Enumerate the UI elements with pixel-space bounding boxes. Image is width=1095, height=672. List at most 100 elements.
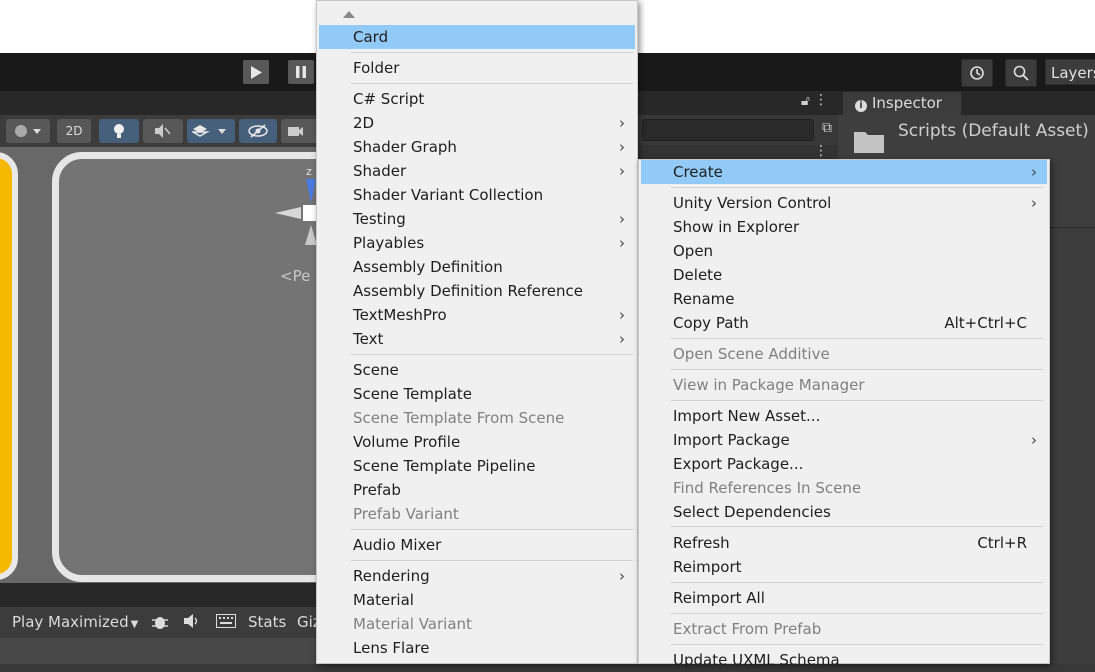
menu-item-copy-path[interactable]: Copy Path Alt+Ctrl+C (641, 311, 1047, 335)
menu-item-shader-variant-collection[interactable]: Shader Variant Collection (319, 183, 635, 207)
inspector-tab-bar: i Inspector (838, 91, 1095, 116)
bug-icon[interactable] (150, 612, 170, 636)
menu-item-assembly-definition-reference[interactable]: Assembly Definition Reference (319, 279, 635, 303)
play-button[interactable] (243, 60, 269, 84)
menu-item-testing[interactable]: Testing › (319, 207, 635, 231)
menu-item-label: Rename (673, 290, 735, 308)
more-options-icon[interactable]: ⋮ (814, 92, 828, 108)
menu-item-delete[interactable]: Delete (641, 263, 1047, 287)
play-maximized-dropdown[interactable]: Play Maximized ▼ (12, 613, 138, 631)
pause-icon (296, 66, 306, 78)
menu-item-extract-from-prefab[interactable]: Extract From Prefab (641, 617, 1047, 641)
menu-item-text[interactable]: Text › (319, 327, 635, 351)
pause-button[interactable] (288, 60, 314, 84)
perspective-label[interactable]: <Pe (280, 267, 310, 285)
search-filter-icon[interactable]: ⧉ (822, 120, 832, 136)
menu-item-open-scene-additive[interactable]: Open Scene Additive (641, 342, 1047, 366)
menu-item-view-in-package-manager[interactable]: View in Package Manager (641, 373, 1047, 397)
orientation-gizmo[interactable]: z (275, 165, 316, 251)
menu-item-2d[interactable]: 2D › (319, 111, 635, 135)
more-options-icon[interactable]: ⋮ (814, 143, 828, 159)
menu-item-material-variant[interactable]: Material Variant (319, 612, 635, 636)
scene-visibility-toggle[interactable] (239, 119, 277, 143)
menu-item-shader-graph[interactable]: Shader Graph › (319, 135, 635, 159)
scroll-up-arrow-icon[interactable] (343, 10, 355, 18)
menu-item-export-package[interactable]: Export Package... (641, 452, 1047, 476)
history-button[interactable] (961, 59, 993, 87)
yellow-card-sprite (0, 152, 18, 580)
chevron-right-icon: › (619, 330, 625, 348)
menu-item-scene-template[interactable]: Scene Template (319, 382, 635, 406)
menu-item-scene-template-from-scene[interactable]: Scene Template From Scene (319, 406, 635, 430)
menu-item-find-references-in-scene[interactable]: Find References In Scene (641, 476, 1047, 500)
inspector-tab-label: Inspector (872, 94, 942, 112)
folder-icon (854, 132, 884, 153)
menu-item-lens-flare[interactable]: Lens Flare (319, 636, 635, 660)
menu-item-show-in-explorer[interactable]: Show in Explorer (641, 215, 1047, 239)
effects-dropdown[interactable] (187, 119, 235, 143)
layers-dropdown[interactable]: Layers (1045, 59, 1095, 85)
project-search-input[interactable] (642, 119, 814, 141)
keyboard-icon[interactable] (216, 614, 236, 632)
search-button[interactable] (1005, 59, 1037, 87)
menu-item-create[interactable]: Create › (641, 160, 1047, 184)
menu-item-label: Text (353, 330, 384, 348)
audio-toggle[interactable] (143, 119, 183, 143)
menu-item-label: Scene Template (353, 385, 472, 403)
menu-item-label: 2D (353, 114, 375, 132)
menu-item-scene-template-pipeline[interactable]: Scene Template Pipeline (319, 454, 635, 478)
scene-view[interactable]: z <Pe (0, 147, 316, 583)
menu-item-label: Update UXML Schema (673, 651, 840, 669)
camera-dropdown[interactable] (281, 119, 321, 143)
speaker-icon[interactable] (184, 613, 202, 633)
scene-toolbar: 2D (0, 115, 321, 147)
chevron-right-icon: › (1031, 194, 1037, 212)
chevron-right-icon: › (619, 234, 625, 252)
menu-separator (671, 526, 1043, 527)
menu-item-prefab[interactable]: Prefab (319, 478, 635, 502)
menu-item-shader[interactable]: Shader › (319, 159, 635, 183)
menu-item-import-new-asset[interactable]: Import New Asset... (641, 404, 1047, 428)
menu-item-textmeshpro[interactable]: TextMeshPro › (319, 303, 635, 327)
mode-2d-toggle[interactable]: 2D (57, 119, 91, 143)
menu-separator (671, 582, 1043, 583)
menu-item-refresh[interactable]: Refresh Ctrl+R (641, 531, 1047, 555)
menu-item-label: Scene Template From Scene (353, 409, 565, 427)
menu-item-unity-version-control[interactable]: Unity Version Control › (641, 191, 1047, 215)
scene-tab-bar (0, 91, 316, 115)
menu-item-select-dependencies[interactable]: Select Dependencies (641, 500, 1047, 524)
menu-item-label: Assembly Definition Reference (353, 282, 584, 300)
menu-item-rename[interactable]: Rename (641, 287, 1047, 311)
menu-item-audio-mixer[interactable]: Audio Mixer (319, 533, 635, 557)
menu-item-scene[interactable]: Scene (319, 358, 635, 382)
lighting-toggle[interactable] (99, 119, 139, 143)
menu-item-folder[interactable]: Folder (319, 56, 635, 80)
menu-item-reimport[interactable]: Reimport (641, 555, 1047, 579)
draw-mode-dropdown[interactable] (6, 119, 50, 143)
menu-item-label: TextMeshPro (353, 306, 447, 324)
menu-item-open[interactable]: Open (641, 239, 1047, 263)
game-view[interactable] (0, 638, 316, 664)
menu-item-import-package[interactable]: Import Package › (641, 428, 1047, 452)
effects-layers-icon (192, 125, 226, 137)
menu-item-playables[interactable]: Playables › (319, 231, 635, 255)
chevron-right-icon: › (1031, 431, 1037, 449)
project-context-menu: Create › Unity Version Control › Show in Exp… (638, 159, 1050, 669)
lock-icon[interactable]: 🔓︎ (801, 93, 810, 109)
menu-item-label: C# Script (353, 90, 425, 108)
menu-item-c-script[interactable]: C# Script (319, 87, 635, 111)
menu-item-volume-profile[interactable]: Volume Profile (319, 430, 635, 454)
stats-button[interactable]: Stats (248, 613, 286, 631)
menu-item-card[interactable]: Card (319, 25, 635, 49)
menu-item-label: Create (673, 163, 723, 181)
menu-item-update-uxml-schema[interactable]: Update UXML Schema (641, 648, 1047, 672)
menu-item-assembly-definition[interactable]: Assembly Definition (319, 255, 635, 279)
menu-item-reimport-all[interactable]: Reimport All (641, 586, 1047, 610)
menu-item-material[interactable]: Material (319, 588, 635, 612)
menu-item-rendering[interactable]: Rendering › (319, 564, 635, 588)
menu-separator (671, 338, 1043, 339)
menu-item-prefab-variant[interactable]: Prefab Variant (319, 502, 635, 526)
tab-inspector[interactable]: i Inspector (843, 92, 961, 116)
menu-item-shortcut: Alt+Ctrl+C (944, 314, 1027, 332)
menu-item-label: Shader Graph (353, 138, 457, 156)
